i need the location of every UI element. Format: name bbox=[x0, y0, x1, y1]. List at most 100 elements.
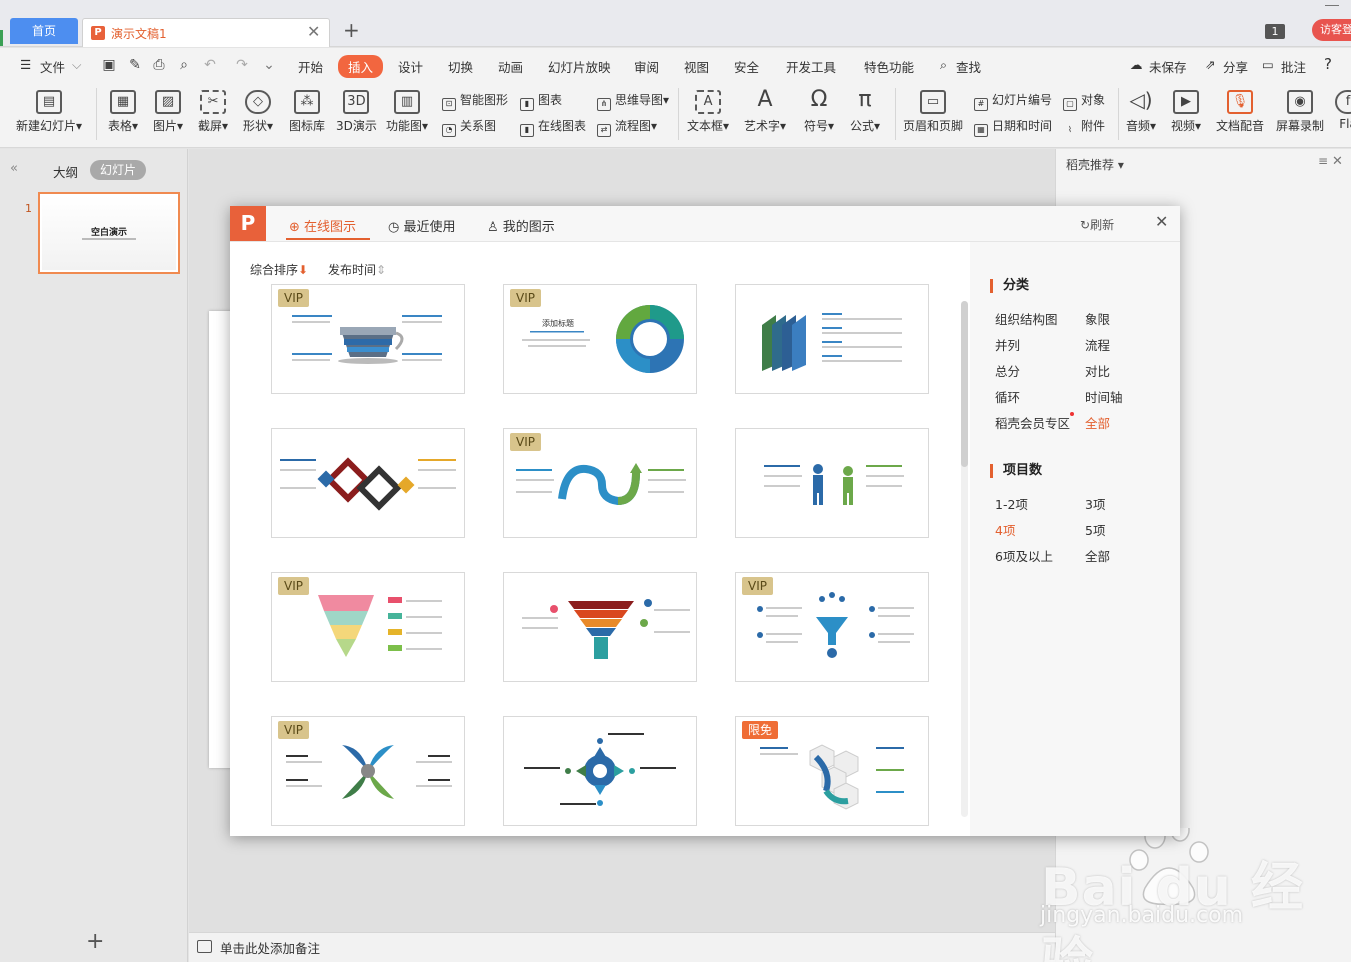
chevron-down-icon[interactable]: ⌵ bbox=[72, 57, 81, 73]
menu-start[interactable]: 开始 bbox=[298, 57, 323, 76]
doc-voice-button[interactable]: 🎙 文档配音 bbox=[1216, 90, 1264, 134]
flash-button[interactable]: fFla bbox=[1335, 90, 1351, 131]
notes-bar[interactable]: 单击此处添加备注 bbox=[189, 932, 1055, 962]
relation-chart-button[interactable]: ◔ 关系图 bbox=[442, 117, 496, 137]
diagram-card[interactable]: VIP bbox=[271, 716, 465, 826]
screenshot-button[interactable]: ✂ 截屏▾ bbox=[198, 90, 228, 134]
menu-file[interactable]: 文件 bbox=[40, 57, 65, 76]
menu-security[interactable]: 安全 bbox=[734, 57, 759, 76]
notes-placeholder[interactable]: 单击此处添加备注 bbox=[220, 938, 320, 957]
menu-animation[interactable]: 动画 bbox=[498, 57, 523, 76]
category-parallel[interactable]: 并列 bbox=[995, 335, 1020, 354]
diagram-card[interactable] bbox=[735, 284, 929, 394]
table-button[interactable]: ▦ 表格▾ bbox=[108, 90, 138, 134]
sort-publish-time[interactable]: 发布时间⇕ bbox=[328, 261, 386, 278]
minimize-icon[interactable] bbox=[1325, 5, 1339, 6]
chart-button[interactable]: ▮ 图表 bbox=[520, 91, 562, 111]
diagram-card[interactable] bbox=[503, 572, 697, 682]
function-chart-button[interactable]: ▥ 功能图▾ bbox=[386, 90, 428, 134]
dialog-scrollbar[interactable] bbox=[961, 301, 968, 467]
menu-view[interactable]: 视图 bbox=[684, 57, 709, 76]
tab-outline[interactable]: 大纲 bbox=[53, 162, 78, 181]
wordart-button[interactable]: A 艺术字▾ bbox=[744, 89, 786, 134]
category-timeline[interactable]: 时间轴 bbox=[1085, 387, 1123, 406]
diagram-card[interactable] bbox=[271, 428, 465, 538]
picture-button[interactable]: ▨ 图片▾ bbox=[153, 90, 183, 134]
collapse-panel-icon[interactable]: « bbox=[10, 161, 18, 176]
print-icon[interactable]: ⎙ bbox=[150, 56, 168, 74]
audio-button[interactable]: ◁) 音频▾ bbox=[1126, 90, 1156, 134]
share-button[interactable]: 分享 bbox=[1223, 57, 1248, 76]
flowchart-button[interactable]: ⇄ 流程图▾ bbox=[597, 117, 657, 137]
slide-number-button[interactable]: # 幻灯片编号 bbox=[974, 91, 1052, 111]
attachment-button[interactable]: ⌇ 附件 bbox=[1063, 117, 1105, 138]
print-preview-icon[interactable]: ⌕ bbox=[175, 56, 193, 74]
diagram-card[interactable]: VIP bbox=[735, 572, 929, 682]
format-painter-icon[interactable]: ✎ bbox=[126, 56, 144, 74]
search-icon[interactable]: ⌕ bbox=[940, 57, 947, 73]
shape-button[interactable]: ◇ 形状▾ bbox=[243, 90, 273, 134]
refresh-button[interactable]: ↻刷新 bbox=[1080, 216, 1114, 233]
menu-slideshow[interactable]: 幻灯片放映 bbox=[548, 57, 611, 76]
tab-online-diagrams[interactable]: ⊕ 在线图示 bbox=[289, 216, 356, 235]
diagram-card[interactable] bbox=[735, 428, 929, 538]
new-tab-plus-icon[interactable]: + bbox=[343, 18, 360, 42]
3d-demo-button[interactable]: 3D 3D演示 bbox=[336, 90, 377, 134]
screen-record-button[interactable]: ◉ 屏幕录制 bbox=[1276, 90, 1324, 134]
diagram-card[interactable]: VIP bbox=[271, 284, 465, 394]
header-footer-button[interactable]: ▭ 页眉和页脚 bbox=[903, 90, 963, 134]
add-slide-plus-icon[interactable]: + bbox=[86, 929, 104, 954]
tab-recently-used[interactable]: ◷ 最近使用 bbox=[388, 216, 456, 235]
category-compare[interactable]: 对比 bbox=[1085, 361, 1110, 380]
menu-features[interactable]: 特色功能 bbox=[864, 57, 914, 76]
mindmap-button[interactable]: ⋔ 思维导图▾ bbox=[597, 91, 669, 111]
menu-transition[interactable]: 切换 bbox=[448, 57, 473, 76]
quick-access-more-icon[interactable]: ⌄ bbox=[260, 56, 278, 74]
window-count-badge[interactable]: 1 bbox=[1265, 24, 1285, 39]
comment-button[interactable]: 批注 bbox=[1281, 57, 1306, 76]
count-1-2[interactable]: 1-2项 bbox=[995, 494, 1028, 513]
formula-button[interactable]: π 公式▾ bbox=[850, 89, 880, 134]
diagram-card[interactable]: 限免 bbox=[735, 716, 929, 826]
object-button[interactable]: ▢ 对象 bbox=[1063, 91, 1105, 111]
redo-icon[interactable]: ↷ bbox=[233, 56, 251, 74]
category-process[interactable]: 流程 bbox=[1085, 335, 1110, 354]
category-member-zone[interactable]: 稻壳会员专区 bbox=[995, 413, 1070, 432]
count-6-plus[interactable]: 6项及以上 bbox=[995, 546, 1053, 565]
unsaved-status[interactable]: 未保存 bbox=[1149, 57, 1187, 76]
count-all[interactable]: 全部 bbox=[1085, 546, 1110, 565]
menu-developer[interactable]: 开发工具 bbox=[786, 57, 836, 76]
close-tab-icon[interactable]: ✕ bbox=[307, 22, 320, 41]
video-button[interactable]: ▶ 视频▾ bbox=[1171, 90, 1201, 134]
smart-art-button[interactable]: ⊡ 智能图形 bbox=[442, 91, 508, 111]
tab-my-diagrams[interactable]: ♙ 我的图示 bbox=[487, 216, 555, 235]
tab-home[interactable]: 首页 bbox=[10, 18, 78, 44]
diagram-card[interactable]: VIP bbox=[271, 572, 465, 682]
close-dialog-icon[interactable]: ✕ bbox=[1155, 212, 1168, 231]
category-cycle[interactable]: 循环 bbox=[995, 387, 1020, 406]
online-chart-button[interactable]: ▮ 在线图表 bbox=[520, 117, 586, 137]
guest-login-button[interactable]: 访客登 bbox=[1312, 19, 1351, 41]
undo-icon[interactable]: ↶ bbox=[201, 56, 219, 74]
menu-review[interactable]: 审阅 bbox=[634, 57, 659, 76]
diagram-card[interactable]: VIP 添加标题 bbox=[503, 284, 697, 394]
hamburger-icon[interactable]: ☰ bbox=[20, 57, 31, 72]
count-3[interactable]: 3项 bbox=[1085, 494, 1105, 513]
tab-slides[interactable]: 幻灯片 bbox=[90, 160, 146, 180]
category-general[interactable]: 总分 bbox=[995, 361, 1020, 380]
slide-thumbnail[interactable]: 空白演示 bbox=[38, 192, 180, 274]
tab-document[interactable]: P 演示文稿1 ✕ bbox=[82, 18, 330, 47]
recommend-title[interactable]: 稻壳推荐 ▾ bbox=[1066, 156, 1124, 173]
close-icon[interactable]: ✕ bbox=[1332, 154, 1343, 169]
category-quadrant[interactable]: 象限 bbox=[1085, 309, 1110, 328]
count-4[interactable]: 4项 bbox=[995, 520, 1015, 539]
count-5[interactable]: 5项 bbox=[1085, 520, 1105, 539]
datetime-button[interactable]: ▦ 日期和时间 bbox=[974, 117, 1052, 137]
save-icon[interactable]: ▣ bbox=[100, 56, 118, 74]
symbol-button[interactable]: Ω 符号▾ bbox=[804, 89, 834, 134]
textbox-button[interactable]: A 文本框▾ bbox=[687, 90, 729, 134]
category-all[interactable]: 全部 bbox=[1085, 413, 1110, 432]
panel-menu-icon[interactable]: ≡ bbox=[1318, 154, 1328, 168]
diagram-card[interactable]: VIP bbox=[503, 428, 697, 538]
diagram-card[interactable] bbox=[503, 716, 697, 826]
